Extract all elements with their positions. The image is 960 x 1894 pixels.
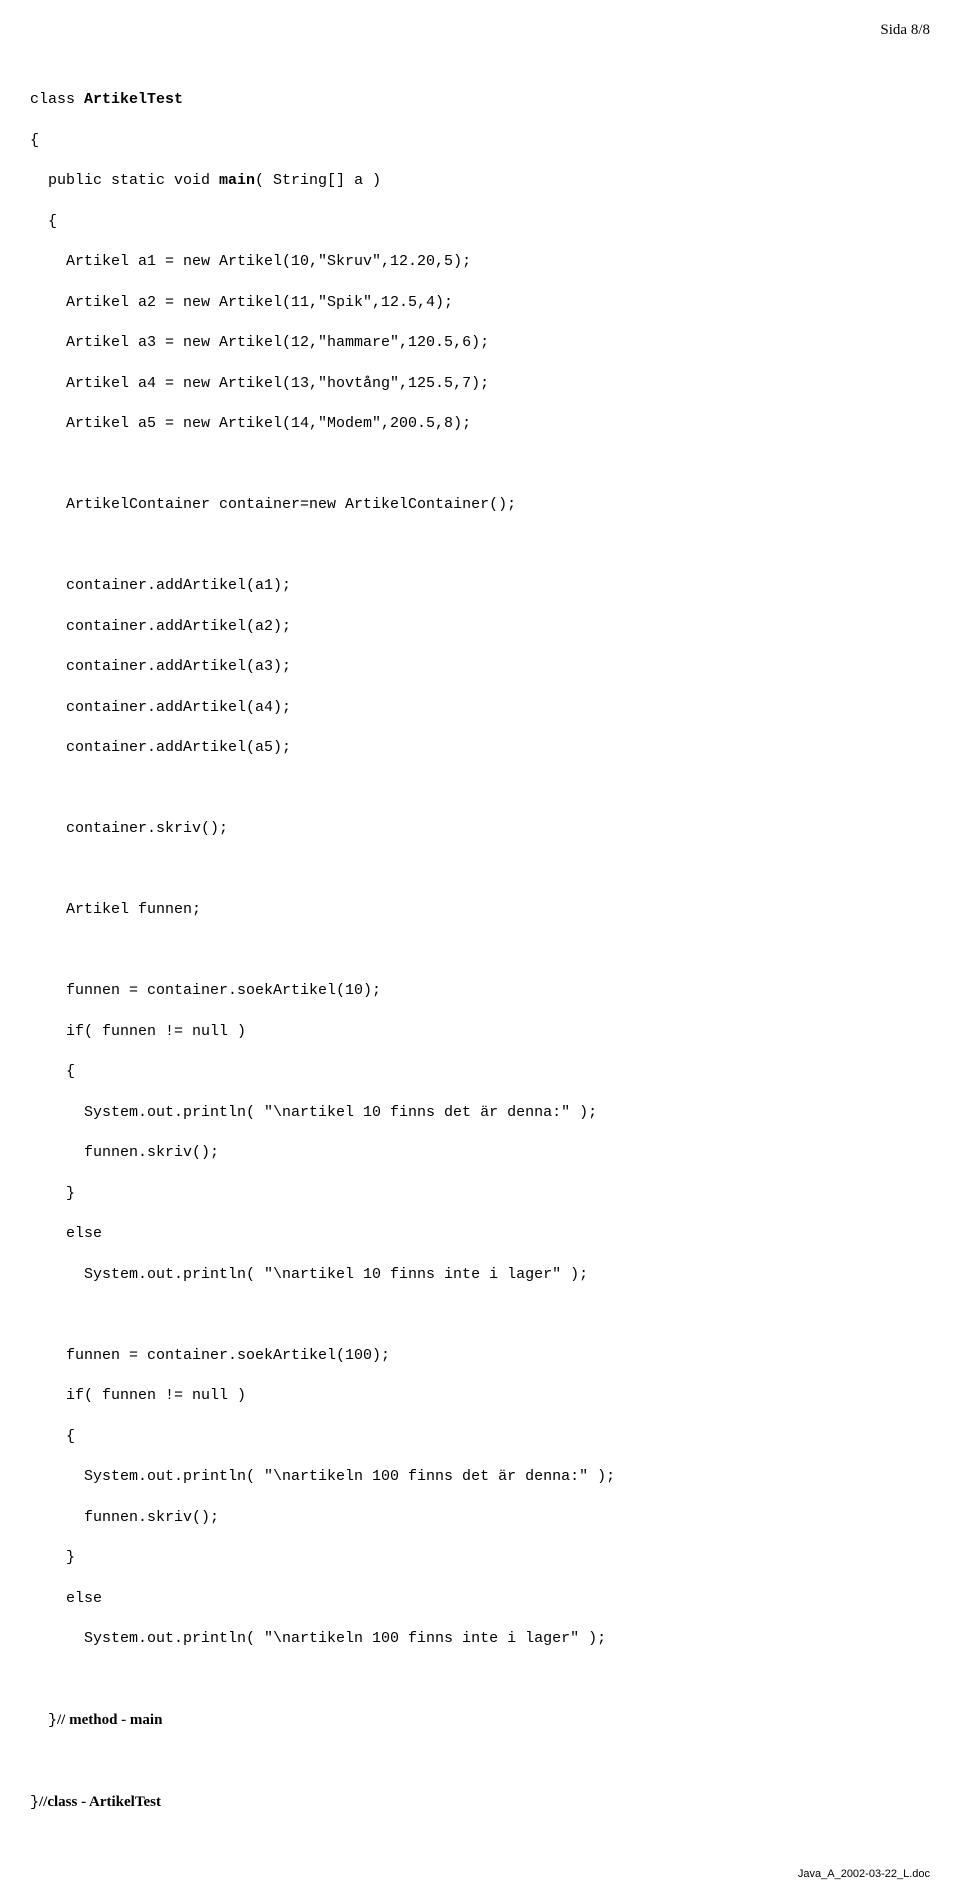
code-line: container.addArtikel(a1); <box>66 576 930 596</box>
code-text: class <box>30 91 84 108</box>
code-block: class ArtikelTest { public static void m… <box>30 70 930 1854</box>
blank-line <box>30 455 930 475</box>
code-line: Artikel a3 = new Artikel(12,"hammare",12… <box>66 333 930 353</box>
code-line: } <box>66 1184 930 1204</box>
code-line: Artikel funnen; <box>66 900 930 920</box>
code-line: funnen = container.soekArtikel(10); <box>66 981 930 1001</box>
code-line: container.addArtikel(a4); <box>66 698 930 718</box>
brace: } <box>30 1794 39 1811</box>
code-line: } <box>66 1548 930 1568</box>
code-line: System.out.println( "\nartikeln 100 finn… <box>84 1467 930 1487</box>
code-line: funnen.skriv(); <box>84 1508 930 1528</box>
code-line: if( funnen != null ) <box>66 1022 930 1042</box>
document-page: Sida 8/8 class ArtikelTest { public stat… <box>0 0 960 1894</box>
code-line: funnen.skriv(); <box>84 1143 930 1163</box>
code-line: Artikel a2 = new Artikel(11,"Spik",12.5,… <box>66 293 930 313</box>
footer-filename: Java_A_2002-03-22_L.doc <box>798 1867 930 1882</box>
blank-line <box>30 536 930 556</box>
blank-line <box>30 1305 930 1325</box>
blank-line <box>30 860 930 880</box>
code-line: Artikel a5 = new Artikel(14,"Modem",200.… <box>66 414 930 434</box>
code-line: if( funnen != null ) <box>66 1386 930 1406</box>
blank-line <box>30 1670 930 1690</box>
code-line: { <box>30 131 930 151</box>
blank-line <box>30 1752 930 1772</box>
page-number: Sida 8/8 <box>880 20 930 40</box>
class-name: ArtikelTest <box>84 91 183 108</box>
code-text: ( String[] a ) <box>255 172 381 189</box>
comment-class: //class - ArtikelTest <box>39 1794 161 1810</box>
code-line: }//class - ArtikelTest <box>30 1792 930 1813</box>
code-line: else <box>66 1589 930 1609</box>
code-line: System.out.println( "\nartikel 10 finns … <box>84 1265 930 1285</box>
code-line: funnen = container.soekArtikel(100); <box>66 1346 930 1366</box>
code-line: System.out.println( "\nartikel 10 finns … <box>84 1103 930 1123</box>
code-line: { <box>66 1062 930 1082</box>
code-line: }// method - main <box>48 1710 930 1731</box>
code-line: { <box>66 1427 930 1447</box>
code-line: container.addArtikel(a5); <box>66 738 930 758</box>
code-line: public static void main( String[] a ) <box>48 171 930 191</box>
code-line: container.addArtikel(a3); <box>66 657 930 677</box>
code-line: System.out.println( "\nartikeln 100 finn… <box>84 1629 930 1649</box>
code-line: container.addArtikel(a2); <box>66 617 930 637</box>
blank-line <box>30 779 930 799</box>
code-line: container.skriv(); <box>66 819 930 839</box>
code-text: public static void <box>48 172 219 189</box>
code-line: else <box>66 1224 930 1244</box>
code-line: class ArtikelTest <box>30 90 930 110</box>
blank-line <box>30 941 930 961</box>
code-line: Artikel a1 = new Artikel(10,"Skruv",12.2… <box>66 252 930 272</box>
comment-method-main: // method - main <box>57 1712 162 1728</box>
method-name: main <box>219 172 255 189</box>
code-line: ArtikelContainer container=new ArtikelCo… <box>66 495 930 515</box>
code-line: { <box>48 212 930 232</box>
brace: } <box>48 1712 57 1729</box>
code-line: Artikel a4 = new Artikel(13,"hovtång",12… <box>66 374 930 394</box>
